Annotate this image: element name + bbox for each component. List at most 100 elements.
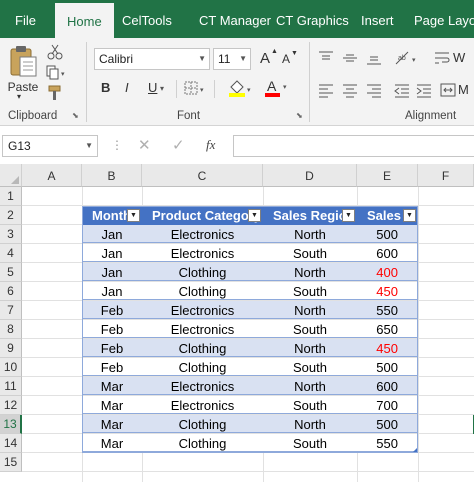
align-right-icon[interactable] [366, 82, 382, 98]
cut-icon[interactable] [47, 44, 63, 60]
tab-celtools[interactable]: CelTools [122, 0, 172, 38]
font-color-button[interactable]: A ▾ [264, 78, 290, 98]
table-cell-month[interactable]: Feb [82, 320, 142, 339]
table-cell-region[interactable]: North [263, 339, 357, 358]
table-cell-sales[interactable]: 450 [357, 282, 418, 301]
select-all-corner[interactable] [0, 164, 22, 187]
tab-insert[interactable]: Insert [361, 0, 394, 38]
table-cell-sales[interactable]: 450 [357, 339, 418, 358]
table-cell-category[interactable]: Clothing [142, 282, 263, 301]
filter-dropdown-icon[interactable]: ▼ [127, 209, 140, 222]
table-cell-category[interactable]: Electronics [142, 396, 263, 415]
table-cell-category[interactable]: Electronics [142, 377, 263, 396]
row-header-10[interactable]: 10 [0, 358, 22, 377]
table-cell-region[interactable]: North [263, 225, 357, 244]
table-cell-sales[interactable]: 500 [357, 415, 418, 434]
filter-dropdown-icon[interactable]: ▼ [403, 209, 416, 222]
insert-function-icon[interactable]: fx [206, 137, 215, 153]
tab-page-layout[interactable]: Page Layout [414, 0, 474, 38]
font-name-combo[interactable]: Calibri ▼ [94, 48, 210, 70]
table-cell-region[interactable]: North [263, 301, 357, 320]
column-header-f[interactable]: F [418, 164, 474, 187]
grow-font-button[interactable]: A [260, 50, 270, 67]
align-left-icon[interactable] [318, 82, 334, 98]
underline-dropdown-icon[interactable]: ▾ [160, 84, 164, 93]
column-header-e[interactable]: E [357, 164, 418, 187]
table-cell-category[interactable]: Clothing [142, 358, 263, 377]
align-center-icon[interactable] [342, 82, 358, 98]
table-cell-month[interactable]: Jan [82, 282, 142, 301]
formula-input[interactable] [233, 135, 474, 157]
row-header-4[interactable]: 4 [0, 244, 22, 263]
table-cell-region[interactable]: South [263, 244, 357, 263]
table-cell-sales[interactable]: 600 [357, 377, 418, 396]
column-header-a[interactable]: A [22, 164, 82, 187]
row-header-11[interactable]: 11 [0, 377, 22, 396]
fill-color-icon[interactable]: ▾ [228, 78, 254, 98]
table-cell-sales[interactable]: 700 [357, 396, 418, 415]
column-header-d[interactable]: D [263, 164, 357, 187]
table-cell-sales[interactable]: 600 [357, 244, 418, 263]
row-header-9[interactable]: 9 [0, 339, 22, 358]
decrease-indent-icon[interactable] [394, 82, 410, 98]
tab-ct-manager[interactable]: CT Manager [199, 0, 271, 38]
column-header-b[interactable]: B [82, 164, 142, 187]
enter-icon[interactable]: ✓ [172, 136, 185, 154]
paste-dropdown-icon[interactable]: ▾ [17, 92, 21, 101]
table-cell-category[interactable]: Clothing [142, 339, 263, 358]
row-header-5[interactable]: 5 [0, 263, 22, 282]
row-header-6[interactable]: 6 [0, 282, 22, 301]
table-cell-category[interactable]: Clothing [142, 415, 263, 434]
table-cell-region[interactable]: North [263, 377, 357, 396]
table-cell-month[interactable]: Jan [82, 225, 142, 244]
underline-button[interactable]: U [148, 80, 157, 95]
table-cell-category[interactable]: Clothing [142, 263, 263, 282]
copy-icon[interactable]: ▾ [46, 65, 68, 81]
clipboard-launcher-icon[interactable]: ⬊ [72, 111, 79, 120]
column-header-c[interactable]: C [142, 164, 263, 187]
wrap-text-button[interactable]: W [434, 48, 474, 68]
increase-indent-icon[interactable] [416, 82, 432, 98]
table-cell-sales[interactable]: 550 [357, 434, 418, 453]
table-resize-handle[interactable] [413, 448, 417, 452]
table-cell-month[interactable]: Feb [82, 301, 142, 320]
table-cell-sales[interactable]: 400 [357, 263, 418, 282]
cancel-icon[interactable]: ✕ [138, 136, 151, 154]
row-header-8[interactable]: 8 [0, 320, 22, 339]
italic-button[interactable]: I [125, 80, 129, 95]
table-cell-category[interactable]: Electronics [142, 225, 263, 244]
table-cell-sales[interactable]: 500 [357, 225, 418, 244]
orientation-icon[interactable]: ab ▾ [394, 50, 420, 66]
borders-icon[interactable]: ▾ [184, 81, 208, 97]
row-header-1[interactable]: 1 [0, 187, 22, 206]
table-cell-sales[interactable]: 650 [357, 320, 418, 339]
resize-handle-icon[interactable]: ⋮ [111, 138, 123, 152]
table-cell-region[interactable]: North [263, 415, 357, 434]
table-cell-month[interactable]: Mar [82, 415, 142, 434]
font-launcher-icon[interactable]: ⬊ [296, 111, 303, 120]
row-header-14[interactable]: 14 [0, 434, 22, 453]
table-cell-month[interactable]: Mar [82, 377, 142, 396]
table-cell-sales[interactable]: 550 [357, 301, 418, 320]
row-header-7[interactable]: 7 [0, 301, 22, 320]
row-header-3[interactable]: 3 [0, 225, 22, 244]
table-cell-region[interactable]: South [263, 282, 357, 301]
table-cell-region[interactable]: South [263, 434, 357, 453]
row-header-2[interactable]: 2 [0, 206, 22, 225]
filter-dropdown-icon[interactable]: ▼ [342, 209, 355, 222]
table-cell-month[interactable]: Jan [82, 244, 142, 263]
row-header-13[interactable]: 13 [0, 415, 22, 434]
paste-button[interactable]: Paste ▾ [6, 42, 40, 101]
table-cell-region[interactable]: South [263, 358, 357, 377]
table-cell-month[interactable]: Jan [82, 263, 142, 282]
table-cell-category[interactable]: Electronics [142, 320, 263, 339]
table-cell-region[interactable]: South [263, 320, 357, 339]
table-cell-region[interactable]: South [263, 396, 357, 415]
table-cell-month[interactable]: Mar [82, 434, 142, 453]
tab-home[interactable]: Home [55, 0, 114, 38]
bold-button[interactable]: B [101, 80, 110, 95]
table-cell-sales[interactable]: 500 [357, 358, 418, 377]
table-cell-month[interactable]: Feb [82, 339, 142, 358]
name-box[interactable]: G13 ▼ [2, 135, 98, 157]
format-painter-icon[interactable] [47, 85, 63, 101]
